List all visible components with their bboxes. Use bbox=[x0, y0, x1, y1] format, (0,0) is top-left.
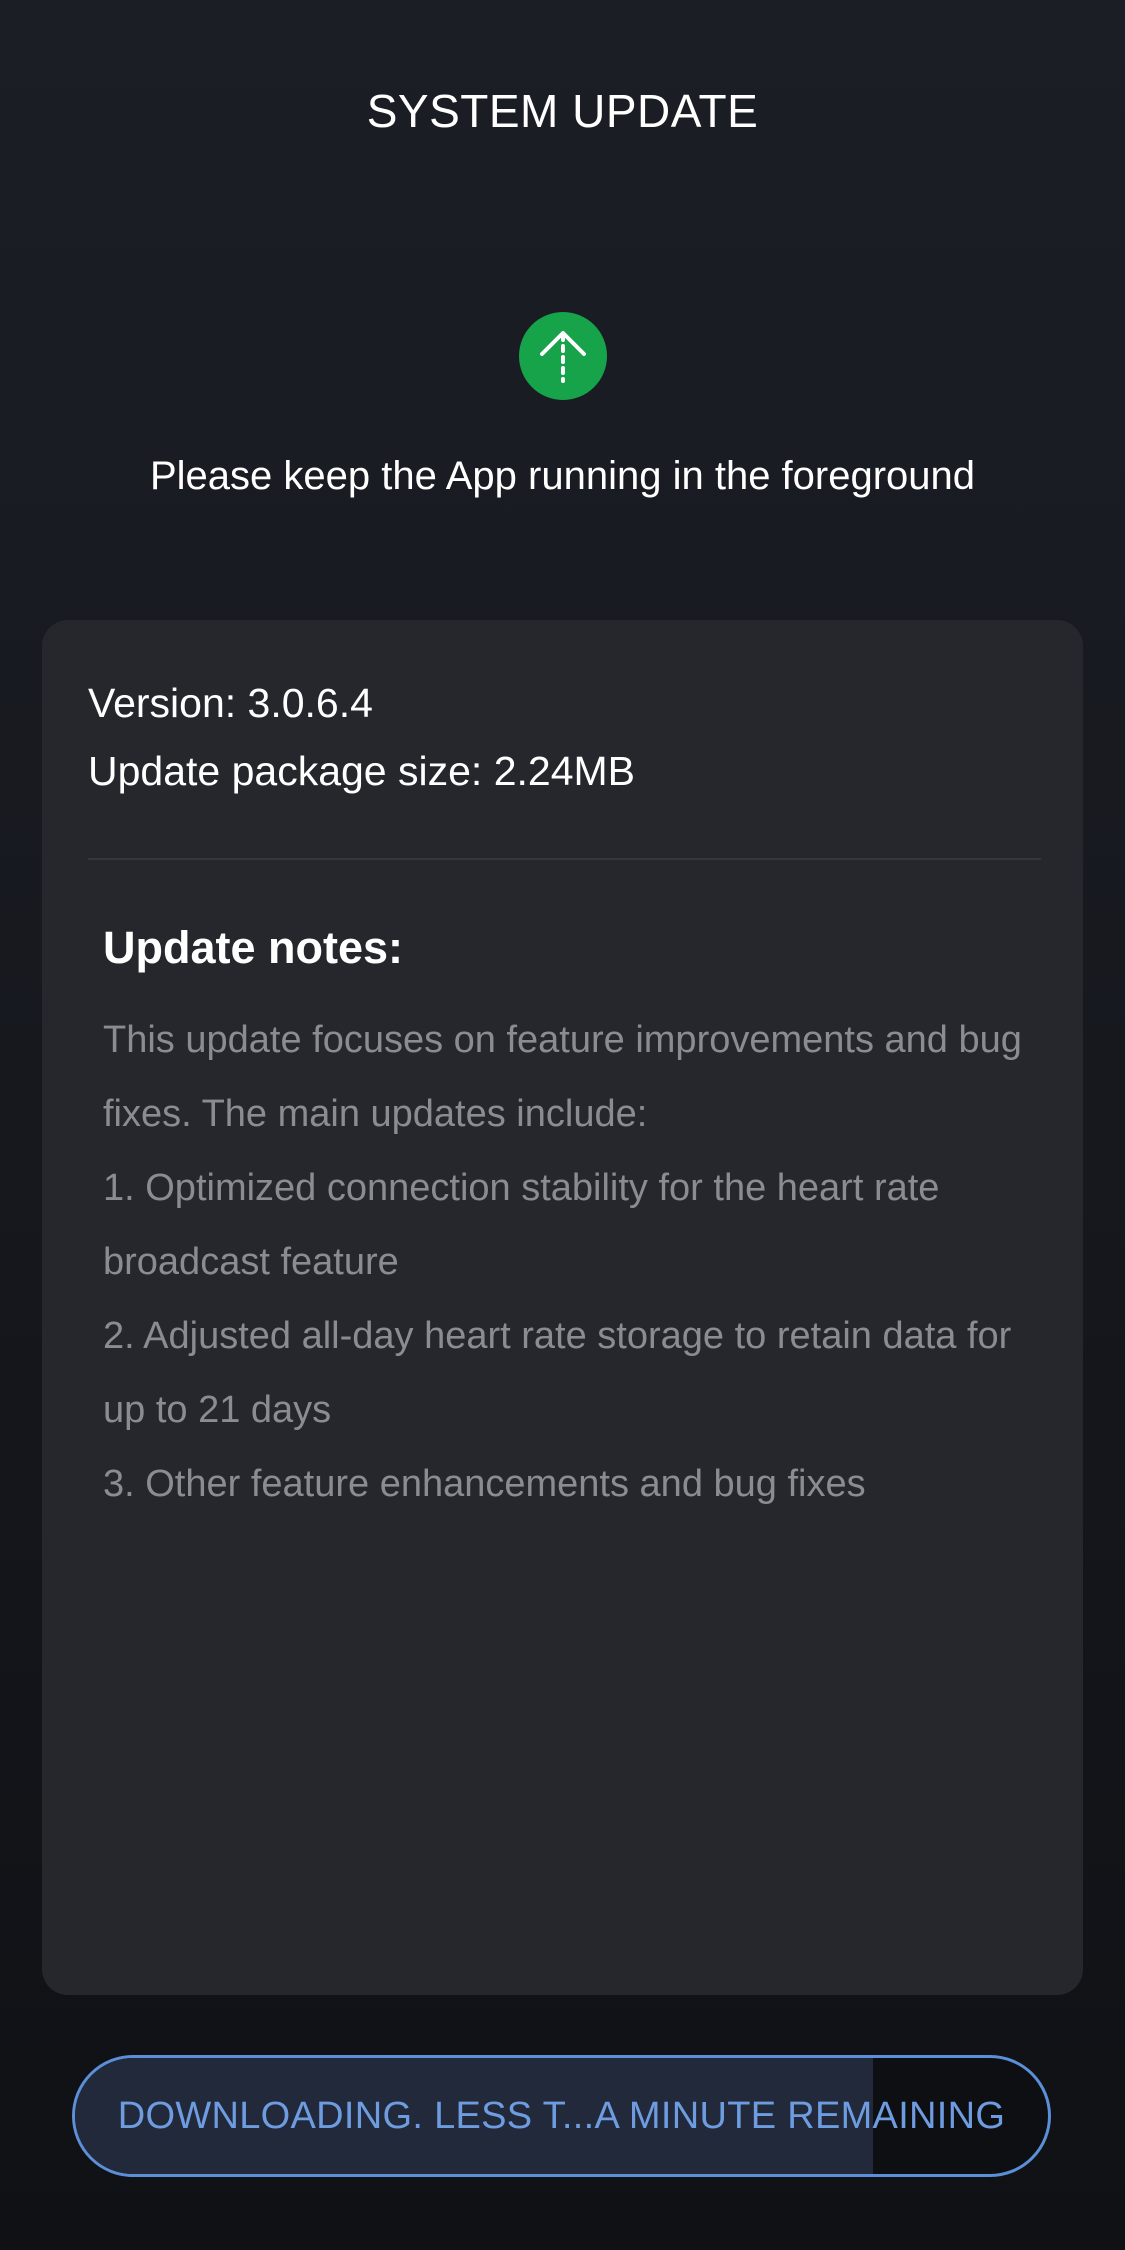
update-note-line: 2. Adjusted all-day heart rate storage t… bbox=[103, 1315, 1012, 1431]
update-notes-body: This update focuses on feature improveme… bbox=[103, 1003, 1043, 1521]
update-notes-heading: Update notes: bbox=[103, 922, 404, 973]
download-status-label: DOWNLOADING. LESS T...A MINUTE REMAINING bbox=[117, 2094, 1006, 2137]
download-progress-button[interactable]: DOWNLOADING. LESS T...A MINUTE REMAINING bbox=[72, 2055, 1051, 2177]
update-note-line: This update focuses on feature improveme… bbox=[103, 1019, 1022, 1135]
foreground-notice: Please keep the App running in the foreg… bbox=[149, 454, 976, 498]
page-title: SYSTEM UPDATE bbox=[366, 85, 759, 137]
package-size-text: Update package size: 2.24MB bbox=[88, 748, 635, 794]
update-info-card: Version: 3.0.6.4 Update package size: 2.… bbox=[42, 620, 1083, 1995]
upload-arrow-icon bbox=[519, 312, 607, 400]
divider bbox=[88, 858, 1041, 860]
update-note-line: 1. Optimized connection stability for th… bbox=[103, 1167, 940, 1283]
version-text: Version: 3.0.6.4 bbox=[88, 680, 373, 726]
update-note-line: 3. Other feature enhancements and bug fi… bbox=[103, 1463, 866, 1505]
